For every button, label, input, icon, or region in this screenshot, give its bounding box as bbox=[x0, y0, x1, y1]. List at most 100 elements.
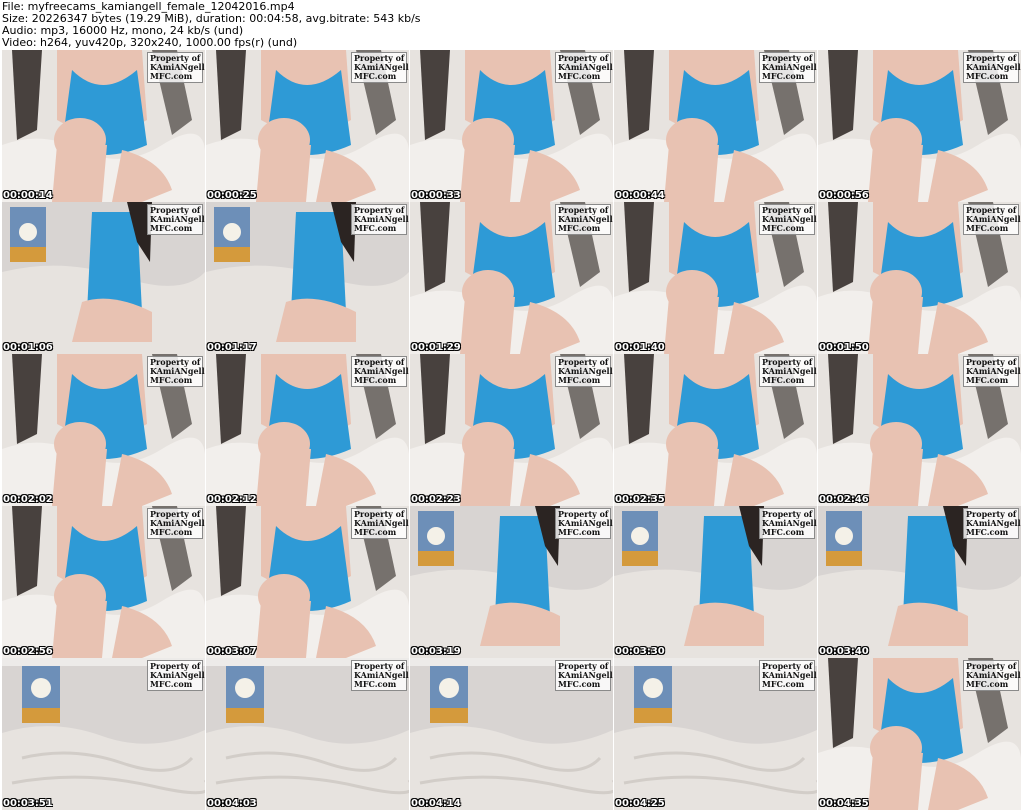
video-thumbnail: Property of KAmiANgell MFC.com 00:04:25 bbox=[614, 658, 817, 810]
watermark-label: Property of KAmiANgell MFC.com bbox=[759, 660, 817, 691]
thumbnail-timestamp: 00:00:56 bbox=[819, 190, 869, 201]
watermark-text: MFC.com bbox=[966, 527, 1009, 537]
watermark-label: Property of KAmiANgell MFC.com bbox=[351, 52, 409, 83]
watermark-text: MFC.com bbox=[558, 223, 601, 233]
watermark-text: MFC.com bbox=[966, 375, 1009, 385]
thumbnail-timestamp: 00:04:14 bbox=[411, 798, 461, 809]
thumbnail-timestamp: 00:02:46 bbox=[819, 494, 869, 505]
watermark-label: Property of KAmiANgell MFC.com bbox=[963, 52, 1021, 83]
thumbnail-timestamp: 00:02:35 bbox=[615, 494, 665, 505]
file-info-header: File: myfreecams_kamiangell_female_12042… bbox=[0, 0, 1024, 50]
watermark-text: MFC.com bbox=[354, 527, 397, 537]
video-thumbnail: Property of KAmiANgell MFC.com 00:02:46 bbox=[818, 354, 1021, 506]
thumbnail-timestamp: 00:03:51 bbox=[3, 798, 53, 809]
video-thumbnail: Property of KAmiANgell MFC.com 00:02:23 bbox=[410, 354, 613, 506]
watermark-text: MFC.com bbox=[150, 679, 193, 689]
video-info-line: Video: h264, yuv420p, 320x240, 1000.00 f… bbox=[2, 36, 298, 49]
watermark-text: MFC.com bbox=[762, 679, 805, 689]
watermark-label: Property of KAmiANgell MFC.com bbox=[147, 508, 205, 539]
watermark-text: MFC.com bbox=[558, 679, 601, 689]
thumbnail-timestamp: 00:04:03 bbox=[207, 798, 257, 809]
watermark-label: Property of KAmiANgell MFC.com bbox=[147, 356, 205, 387]
thumbnail-timestamp: 00:00:44 bbox=[615, 190, 665, 201]
watermark-text: MFC.com bbox=[558, 71, 601, 81]
watermark-text: MFC.com bbox=[966, 223, 1009, 233]
watermark-label: Property of KAmiANgell MFC.com bbox=[759, 204, 817, 235]
thumbnail-grid: Property of KAmiANgell MFC.com 00:00:14 Prop… bbox=[2, 50, 1023, 810]
video-thumbnail: Property of KAmiANgell MFC.com 00:01:17 bbox=[206, 202, 409, 354]
video-thumbnail: Property of KAmiANgell MFC.com 00:04:35 bbox=[818, 658, 1021, 810]
thumbnail-timestamp: 00:01:29 bbox=[411, 342, 461, 353]
video-thumbnail: Property of KAmiANgell MFC.com 00:01:40 bbox=[614, 202, 817, 354]
thumbnail-timestamp: 00:02:12 bbox=[207, 494, 257, 505]
video-thumbnail: Property of KAmiANgell MFC.com 00:03:19 bbox=[410, 506, 613, 658]
watermark-label: Property of KAmiANgell MFC.com bbox=[963, 204, 1021, 235]
watermark-text: MFC.com bbox=[762, 223, 805, 233]
watermark-label: Property of KAmiANgell MFC.com bbox=[759, 356, 817, 387]
watermark-text: MFC.com bbox=[762, 527, 805, 537]
watermark-label: Property of KAmiANgell MFC.com bbox=[147, 52, 205, 83]
watermark-label: Property of KAmiANgell MFC.com bbox=[351, 508, 409, 539]
watermark-text: MFC.com bbox=[558, 375, 601, 385]
watermark-text: MFC.com bbox=[354, 375, 397, 385]
thumbnail-timestamp: 00:01:50 bbox=[819, 342, 869, 353]
watermark-text: MFC.com bbox=[966, 679, 1009, 689]
video-thumbnail: Property of KAmiANgell MFC.com 00:02:12 bbox=[206, 354, 409, 506]
thumbnail-timestamp: 00:00:25 bbox=[207, 190, 257, 201]
watermark-text: MFC.com bbox=[150, 527, 193, 537]
video-thumbnail: Property of KAmiANgell MFC.com 00:01:50 bbox=[818, 202, 1021, 354]
thumbnail-timestamp: 00:02:56 bbox=[3, 646, 53, 657]
thumbnail-timestamp: 00:04:25 bbox=[615, 798, 665, 809]
watermark-text: MFC.com bbox=[762, 375, 805, 385]
watermark-label: Property of KAmiANgell MFC.com bbox=[351, 356, 409, 387]
thumbnail-timestamp: 00:01:06 bbox=[3, 342, 53, 353]
video-thumbnail: Property of KAmiANgell MFC.com 00:00:33 bbox=[410, 50, 613, 202]
video-thumbnail: Property of KAmiANgell MFC.com 00:00:14 bbox=[2, 50, 205, 202]
video-thumbnail: Property of KAmiANgell MFC.com 00:00:56 bbox=[818, 50, 1021, 202]
thumbnail-timestamp: 00:03:40 bbox=[819, 646, 869, 657]
thumbnail-timestamp: 00:03:19 bbox=[411, 646, 461, 657]
watermark-text: MFC.com bbox=[150, 223, 193, 233]
watermark-label: Property of KAmiANgell MFC.com bbox=[555, 508, 613, 539]
watermark-label: Property of KAmiANgell MFC.com bbox=[555, 204, 613, 235]
watermark-label: Property of KAmiANgell MFC.com bbox=[963, 356, 1021, 387]
thumbnail-timestamp: 00:01:40 bbox=[615, 342, 665, 353]
watermark-label: Property of KAmiANgell MFC.com bbox=[963, 508, 1021, 539]
watermark-label: Property of KAmiANgell MFC.com bbox=[555, 660, 613, 691]
watermark-label: Property of KAmiANgell MFC.com bbox=[555, 356, 613, 387]
watermark-label: Property of KAmiANgell MFC.com bbox=[351, 660, 409, 691]
watermark-text: MFC.com bbox=[150, 375, 193, 385]
watermark-label: Property of KAmiANgell MFC.com bbox=[963, 660, 1021, 691]
watermark-label: Property of KAmiANgell MFC.com bbox=[147, 660, 205, 691]
thumbnail-timestamp: 00:00:33 bbox=[411, 190, 461, 201]
video-thumbnail: Property of KAmiANgell MFC.com 00:03:51 bbox=[2, 658, 205, 810]
video-thumbnail: Property of KAmiANgell MFC.com 00:04:03 bbox=[206, 658, 409, 810]
watermark-label: Property of KAmiANgell MFC.com bbox=[759, 508, 817, 539]
thumbnail-timestamp: 00:03:30 bbox=[615, 646, 665, 657]
video-thumbnail: Property of KAmiANgell MFC.com 00:02:56 bbox=[2, 506, 205, 658]
thumbnail-timestamp: 00:03:07 bbox=[207, 646, 257, 657]
watermark-label: Property of KAmiANgell MFC.com bbox=[147, 204, 205, 235]
video-thumbnail: Property of KAmiANgell MFC.com 00:02:02 bbox=[2, 354, 205, 506]
watermark-label: Property of KAmiANgell MFC.com bbox=[555, 52, 613, 83]
thumbnail-timestamp: 00:02:02 bbox=[3, 494, 53, 505]
video-thumbnail: Property of KAmiANgell MFC.com 00:03:07 bbox=[206, 506, 409, 658]
watermark-text: MFC.com bbox=[966, 71, 1009, 81]
thumbnail-timestamp: 00:04:35 bbox=[819, 798, 869, 809]
thumbnail-timestamp: 00:01:17 bbox=[207, 342, 257, 353]
video-thumbnail: Property of KAmiANgell MFC.com 00:00:44 bbox=[614, 50, 817, 202]
watermark-text: MFC.com bbox=[354, 71, 397, 81]
thumbnail-timestamp: 00:00:14 bbox=[3, 190, 53, 201]
watermark-label: Property of KAmiANgell MFC.com bbox=[759, 52, 817, 83]
watermark-text: MFC.com bbox=[558, 527, 601, 537]
video-thumbnail: Property of KAmiANgell MFC.com 00:03:40 bbox=[818, 506, 1021, 658]
watermark-text: MFC.com bbox=[762, 71, 805, 81]
video-thumbnail: Property of KAmiANgell MFC.com 00:00:25 bbox=[206, 50, 409, 202]
thumbnail-timestamp: 00:02:23 bbox=[411, 494, 461, 505]
video-thumbnail: Property of KAmiANgell MFC.com 00:04:14 bbox=[410, 658, 613, 810]
video-thumbnail: Property of KAmiANgell MFC.com 00:01:06 bbox=[2, 202, 205, 354]
watermark-text: MFC.com bbox=[150, 71, 193, 81]
video-thumbnail: Property of KAmiANgell MFC.com 00:02:35 bbox=[614, 354, 817, 506]
watermark-label: Property of KAmiANgell MFC.com bbox=[351, 204, 409, 235]
watermark-text: MFC.com bbox=[354, 679, 397, 689]
